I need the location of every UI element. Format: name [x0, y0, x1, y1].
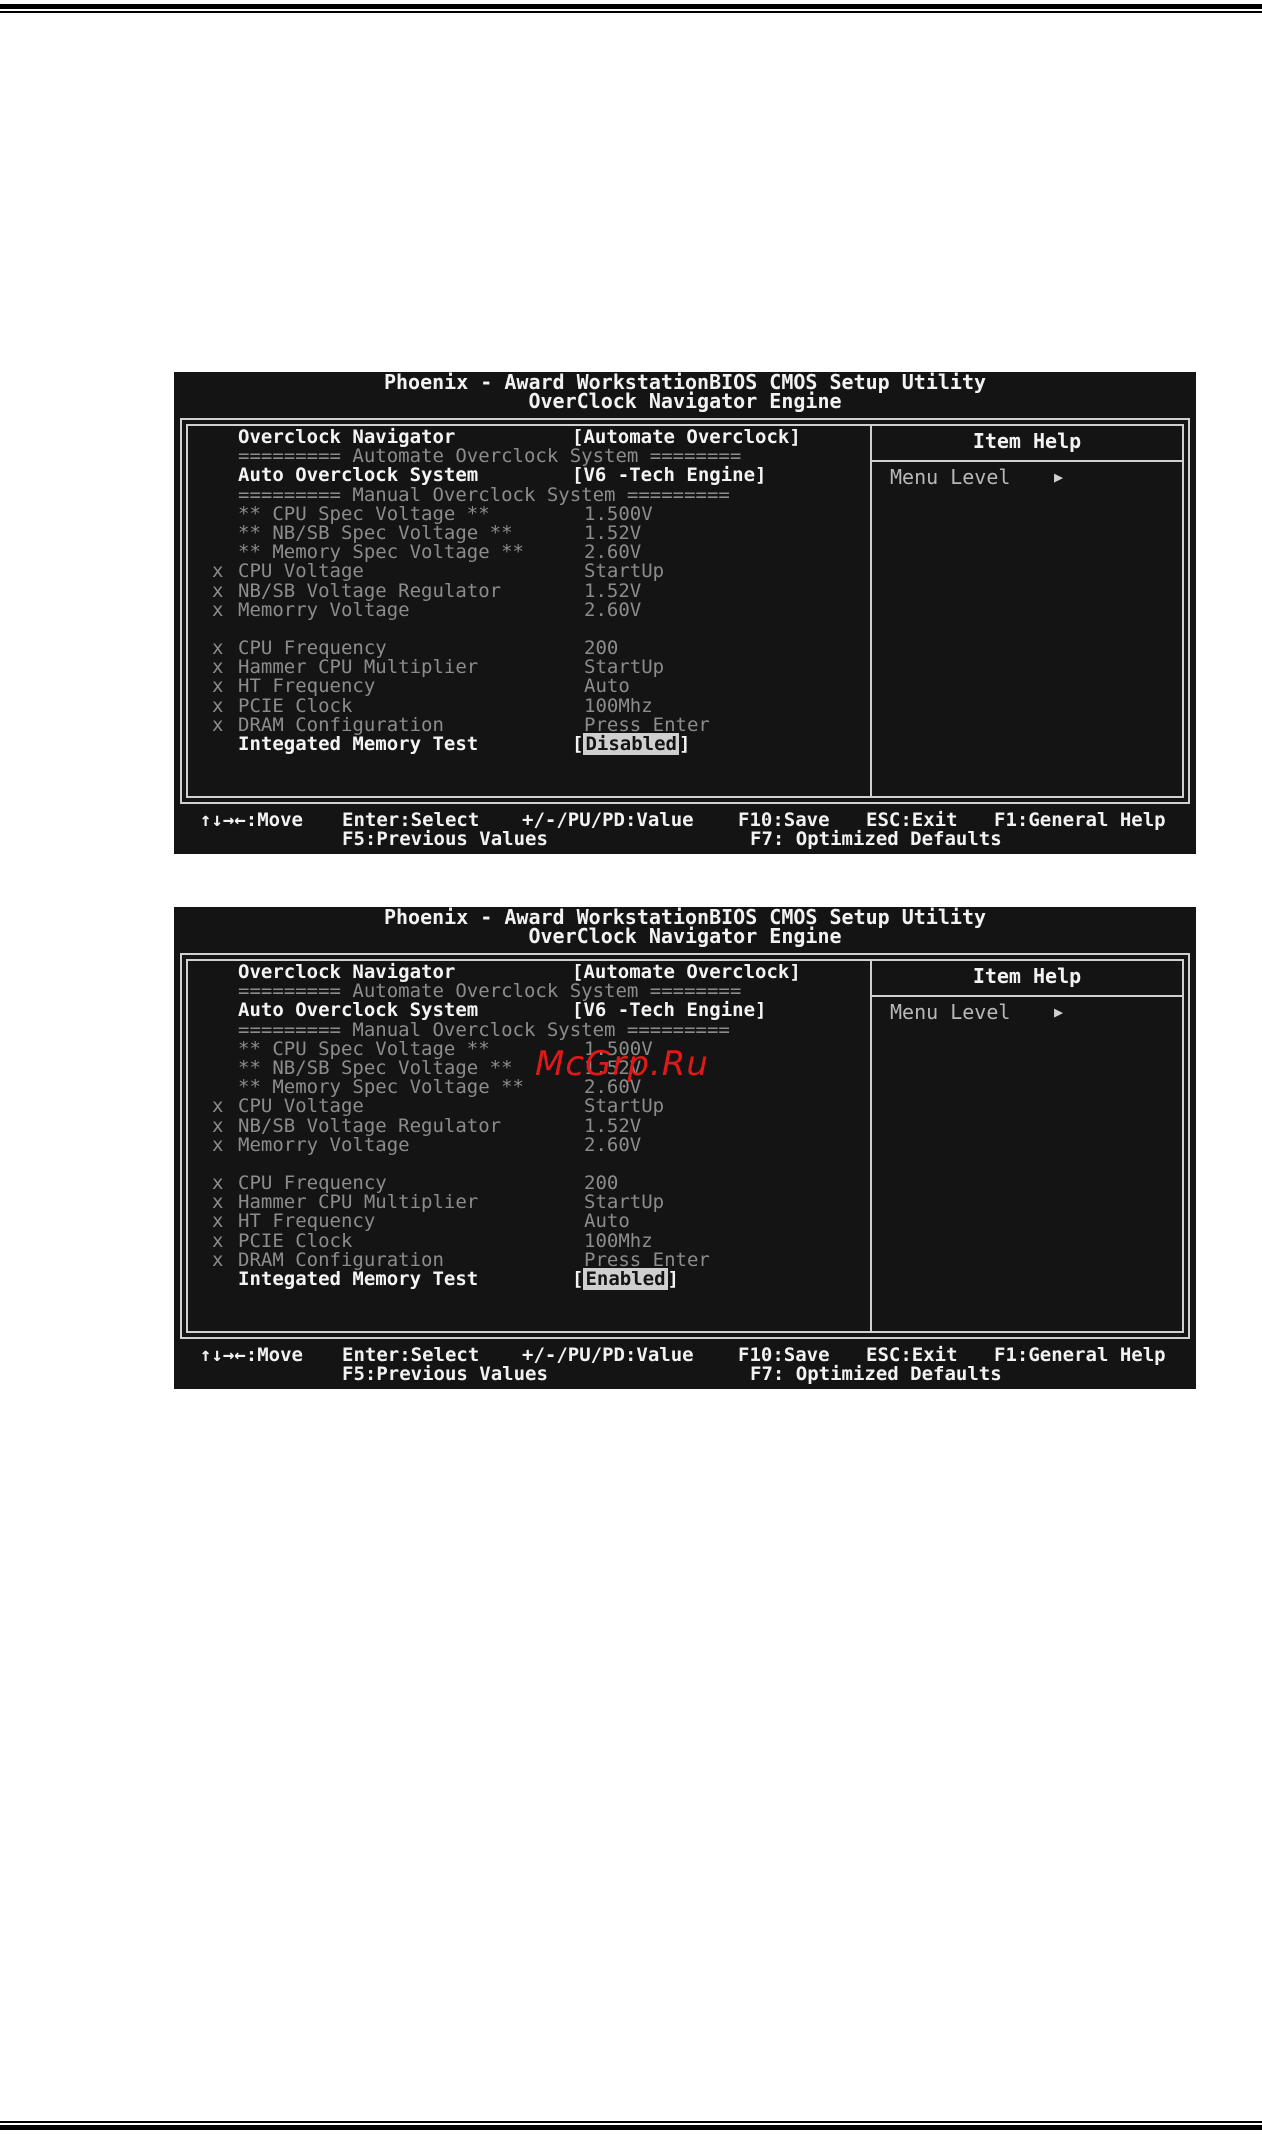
setting-value: 100Mhz: [584, 1229, 653, 1252]
disabled-x-icon: x: [212, 1133, 224, 1156]
setting-pcie-clock: x PCIE Clock 100Mhz: [174, 1229, 870, 1252]
section-separator-manual: ========= Manual Overclock System ======…: [174, 1018, 870, 1041]
setting-memory-voltage: x Memorry Voltage 2.60V: [174, 598, 870, 621]
setting-value[interactable]: [V6 -Tech Engine]: [572, 1001, 766, 1020]
setting-nbsb-voltage-regulator: x NB/SB Voltage Regulator 1.52V: [174, 1114, 870, 1137]
settings-list: Overclock Navigator [Automate Overclock] …: [174, 962, 870, 1290]
setting-label: CPU Voltage: [238, 560, 364, 583]
setting-value[interactable]: [Enabled]: [572, 1268, 679, 1290]
triangle-right-icon: ▶: [1054, 468, 1064, 486]
setting-value: 1.52V: [584, 579, 642, 602]
item-help-title: Item Help: [972, 964, 1082, 988]
hint-previous-values: F5:Previous Values: [342, 1363, 548, 1385]
bios-screen-enabled: Phoenix - Award WorkstationBIOS CMOS Set…: [174, 907, 1196, 1389]
hint-general-help: F1:General Help: [994, 809, 1166, 831]
setting-auto-overclock-system[interactable]: Auto Overclock System [V6 -Tech Engine]: [174, 466, 870, 485]
setting-value: 2.60V: [584, 1133, 642, 1156]
hint-general-help: F1:General Help: [994, 1344, 1166, 1366]
setting-label: NB/SB Voltage Regulator: [238, 1114, 502, 1137]
hint-optimized-defaults: F7: Optimized Defaults: [750, 1363, 1002, 1385]
disabled-x-icon: x: [212, 713, 224, 736]
setting-value[interactable]: [Disabled]: [572, 733, 690, 755]
setting-label: NB/SB Voltage Regulator: [238, 579, 502, 602]
setting-value: StartUp: [584, 560, 665, 583]
setting-value: 1.52V: [584, 1114, 642, 1137]
setting-value: Auto: [584, 1210, 630, 1233]
menu-level: Menu Level ▶: [890, 999, 1063, 1025]
footer-line-2: F5:Previous Values F7: Optimized Default…: [174, 1365, 1196, 1441]
section-separator-manual: ========= Manual Overclock System ======…: [174, 483, 870, 506]
setting-ht-frequency: x HT Frequency Auto: [174, 1212, 870, 1231]
bios-subtitle: OverClock Navigator Engine: [528, 389, 842, 413]
setting-label: Integated Memory Test: [238, 1268, 479, 1290]
menu-level: Menu Level ▶: [890, 464, 1063, 490]
setting-label: HT Frequency: [238, 675, 376, 698]
disabled-x-icon: x: [212, 1210, 224, 1233]
setting-label: Integated Memory Test: [238, 733, 479, 755]
bottom-rule-thick: [0, 2125, 1262, 2130]
separator-text: ========= Manual Overclock System ======…: [238, 1018, 730, 1041]
item-help-title: Item Help: [972, 429, 1082, 453]
setting-label: CPU Voltage: [238, 1095, 364, 1118]
setting-label: PCIE Clock: [238, 1229, 353, 1252]
disabled-x-icon: x: [212, 1248, 224, 1271]
top-rule-thick: [0, 4, 1262, 9]
setting-value: Auto: [584, 675, 630, 698]
disabled-x-icon: x: [212, 560, 224, 583]
watermark: McGrp.Ru: [535, 1044, 709, 1084]
setting-value: 2.60V: [584, 598, 642, 621]
setting-value: StartUp: [584, 1095, 665, 1118]
hint-move: ↑↓→←:Move: [200, 809, 303, 831]
panel-divider: [870, 959, 872, 1333]
setting-label: Memorry Voltage: [238, 598, 410, 621]
bios-screen-disabled: Phoenix - Award WorkstationBIOS CMOS Set…: [174, 372, 1196, 854]
bottom-rule-thin: [0, 2121, 1262, 2123]
setting-label: Auto Overclock System: [238, 999, 479, 1022]
setting-memory-voltage: x Memorry Voltage 2.60V: [174, 1133, 870, 1156]
setting-nbsb-voltage-regulator: x NB/SB Voltage Regulator 1.52V: [174, 579, 870, 602]
setting-pcie-clock: x PCIE Clock 100Mhz: [174, 694, 870, 717]
setting-label: HT Frequency: [238, 1210, 376, 1233]
setting-label: Memorry Voltage: [238, 1133, 410, 1156]
selected-value-highlight[interactable]: Enabled: [583, 1268, 668, 1290]
disabled-x-icon: x: [212, 1095, 224, 1118]
top-rule-thin: [0, 11, 1262, 13]
setting-ht-frequency: x HT Frequency Auto: [174, 677, 870, 696]
hint-move: ↑↓→←:Move: [200, 1344, 303, 1366]
menu-level-label: Menu Level: [890, 1000, 1011, 1024]
settings-list: Overclock Navigator [Automate Overclock] …: [174, 427, 870, 755]
setting-value: 100Mhz: [584, 694, 653, 717]
triangle-right-icon: ▶: [1054, 1003, 1064, 1021]
setting-cpu-voltage: x CPU Voltage StartUp: [174, 562, 870, 581]
setting-integrated-memory-test[interactable]: Integated Memory Test [Enabled]: [174, 1268, 870, 1290]
disabled-x-icon: x: [212, 579, 224, 602]
hint-previous-values: F5:Previous Values: [342, 828, 548, 850]
hint-optimized-defaults: F7: Optimized Defaults: [750, 828, 1002, 850]
disabled-x-icon: x: [212, 598, 224, 621]
help-separator: [872, 995, 1182, 997]
footer-line-2: F5:Previous Values F7: Optimized Default…: [174, 830, 1196, 906]
setting-integrated-memory-test[interactable]: Integated Memory Test [Disabled]: [174, 733, 870, 755]
selected-value-highlight[interactable]: Disabled: [583, 733, 679, 755]
setting-value[interactable]: [V6 -Tech Engine]: [572, 466, 766, 485]
disabled-x-icon: x: [212, 1114, 224, 1137]
panel-divider: [870, 424, 872, 798]
setting-cpu-voltage: x CPU Voltage StartUp: [174, 1097, 870, 1116]
bios-subtitle: OverClock Navigator Engine: [528, 924, 842, 948]
menu-level-label: Menu Level: [890, 465, 1011, 489]
setting-label: Auto Overclock System: [238, 464, 479, 487]
disabled-x-icon: x: [212, 675, 224, 698]
setting-auto-overclock-system[interactable]: Auto Overclock System [V6 -Tech Engine]: [174, 1001, 870, 1020]
help-separator: [872, 460, 1182, 462]
separator-text: ========= Manual Overclock System ======…: [238, 483, 730, 506]
setting-label: PCIE Clock: [238, 694, 353, 717]
disabled-x-icon: x: [212, 1229, 224, 1252]
disabled-x-icon: x: [212, 694, 224, 717]
